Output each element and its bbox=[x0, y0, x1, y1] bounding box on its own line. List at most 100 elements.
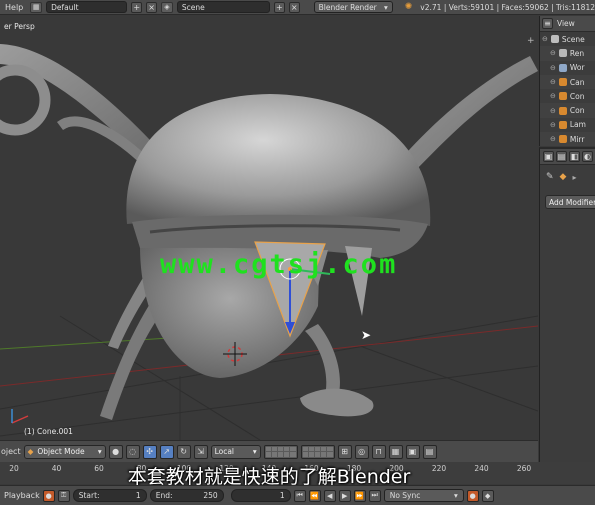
object-menu[interactable]: oject bbox=[0, 447, 21, 456]
remove-scene-button[interactable]: × bbox=[288, 1, 300, 13]
current-frame-value: 1 bbox=[279, 491, 285, 500]
outliner-view-menu[interactable]: View bbox=[557, 19, 575, 28]
left-upper-arm bbox=[0, 44, 165, 166]
playback-menu[interactable]: Playback bbox=[4, 491, 40, 500]
outliner-item-label: Can bbox=[569, 77, 585, 87]
expand-toggle-icon[interactable]: ⊖ bbox=[550, 64, 556, 72]
render-engine-select[interactable]: Blender Render ▾ bbox=[313, 1, 393, 13]
proportional-edit-icon[interactable]: ◎ bbox=[354, 444, 369, 459]
add-layout-button[interactable]: + bbox=[131, 1, 143, 13]
snap-target-icon[interactable]: ▦ bbox=[388, 444, 403, 459]
axis-widget bbox=[11, 409, 29, 424]
outliner-item-icon bbox=[558, 106, 567, 115]
mouse-cursor-icon: ➤ bbox=[361, 328, 372, 342]
lock-layers-icon[interactable]: ⊞ bbox=[337, 444, 352, 459]
snap-icon[interactable]: ⊓ bbox=[371, 444, 386, 459]
outliner-item[interactable]: ⊖ Can bbox=[540, 74, 595, 90]
outliner-item-icon bbox=[558, 120, 567, 129]
prev-keyframe-icon[interactable]: ⏪ bbox=[308, 489, 321, 502]
add-region-icon[interactable]: + bbox=[527, 36, 535, 46]
render-animation-icon[interactable]: ▤ bbox=[422, 444, 437, 459]
context-path: ✎ ◆ ▸ bbox=[540, 165, 595, 189]
next-keyframe-icon[interactable]: ⏩ bbox=[353, 489, 366, 502]
keying-lock-icon[interactable]: ⚿ bbox=[57, 489, 70, 502]
record-icon[interactable]: ● bbox=[42, 489, 55, 502]
rotate-icon[interactable]: ↻ bbox=[176, 444, 191, 459]
outliner-item-label: Mirr bbox=[569, 134, 585, 144]
expand-toggle-icon[interactable]: ⊖ bbox=[550, 92, 556, 100]
expand-toggle-icon[interactable]: ⊖ bbox=[550, 78, 556, 86]
layout-name: Default bbox=[51, 2, 79, 12]
render-tab-icon[interactable]: ▤ bbox=[556, 151, 567, 162]
expand-toggle-icon[interactable]: ⊖ bbox=[550, 135, 556, 143]
viewport-shading-icon[interactable]: ● bbox=[108, 444, 123, 459]
active-object-label: (1) Cone.001 bbox=[24, 427, 73, 436]
outliner-item[interactable]: ⊖ Lam bbox=[540, 118, 595, 132]
outliner-item-icon bbox=[558, 78, 567, 87]
scene-field[interactable]: Scene bbox=[176, 1, 270, 13]
render-opengl-icon[interactable]: ▣ bbox=[405, 444, 420, 459]
properties-lower-area bbox=[539, 440, 595, 462]
outliner-item[interactable]: ⊖ Ren bbox=[540, 46, 595, 61]
outliner-item[interactable]: ⊖ Con bbox=[540, 89, 595, 103]
jump-end-icon[interactable]: ⏭ bbox=[368, 489, 381, 502]
properties-editor-icon[interactable]: ▣ bbox=[543, 151, 554, 162]
pivot-point-icon[interactable]: ◌ bbox=[125, 444, 140, 459]
play-reverse-icon[interactable]: ◀ bbox=[323, 489, 336, 502]
sync-select[interactable]: No Sync ▾ bbox=[383, 489, 464, 502]
manipulator-toggle-icon[interactable]: ✣ bbox=[142, 444, 157, 459]
orientation-label: Local bbox=[214, 447, 235, 456]
sync-label: No Sync bbox=[389, 491, 421, 500]
scale-icon[interactable]: ⇲ bbox=[193, 444, 208, 459]
layout-field[interactable]: Default bbox=[46, 1, 128, 13]
keyframe-type-icon[interactable]: ◆ bbox=[481, 489, 494, 502]
outliner-item-icon bbox=[558, 49, 567, 58]
expand-toggle-icon[interactable]: ⊖ bbox=[550, 107, 556, 115]
outliner-item[interactable]: ⊖ Wor bbox=[540, 61, 595, 75]
auto-key-icon[interactable]: ● bbox=[466, 489, 479, 502]
outliner-item-label: Lam bbox=[569, 120, 586, 130]
expand-toggle-icon[interactable]: ⊖ bbox=[550, 121, 556, 129]
outliner-editor-icon[interactable]: ≡ bbox=[542, 18, 553, 29]
object-icon: ◆ bbox=[559, 172, 567, 182]
add-scene-button[interactable]: + bbox=[273, 1, 285, 13]
play-icon[interactable]: ▶ bbox=[338, 489, 351, 502]
layers-tab-icon[interactable]: ◧ bbox=[569, 151, 580, 162]
end-frame-field[interactable]: End: 250 bbox=[149, 489, 224, 502]
outliner-item[interactable]: ⊖ Mirr bbox=[540, 132, 595, 146]
jump-start-icon[interactable]: ⏮ bbox=[293, 489, 306, 502]
translate-icon[interactable]: ↗ bbox=[159, 444, 174, 459]
outliner-panel: ≡ View ⊖ Scene ⊖ Ren ⊖ Wor ⊖ Can ⊖ Con ⊖ Con ⊖ Lam ⊖ Mi… bbox=[539, 16, 595, 146]
3d-viewport[interactable]: er Persp (1) Cone.001 www.cgtsj.com ➤ + bbox=[0, 16, 538, 440]
outliner-item[interactable]: ⊖ Scene bbox=[540, 32, 595, 46]
remove-layout-button[interactable]: × bbox=[146, 1, 158, 13]
breadcrumb-arrow-icon: ▸ bbox=[572, 172, 577, 182]
help-menu[interactable]: Help bbox=[2, 3, 26, 12]
expand-toggle-icon[interactable]: ⊖ bbox=[550, 49, 556, 57]
add-modifier-label: Add Modifier bbox=[549, 197, 595, 207]
outliner-item-label: Con bbox=[569, 91, 585, 101]
watermark-text: www.cgtsj.com bbox=[160, 249, 398, 280]
creature-dome bbox=[126, 94, 431, 226]
object-mode-icon: ◆ bbox=[27, 447, 34, 456]
layer-grid-b[interactable] bbox=[300, 444, 335, 459]
dropdown-arrow-icon: ▾ bbox=[453, 491, 458, 500]
add-modifier-button[interactable]: Add Modifier bbox=[545, 195, 595, 209]
expand-toggle-icon[interactable]: ⊖ bbox=[542, 35, 548, 43]
dropdown-arrow-icon: ▾ bbox=[97, 447, 102, 456]
pin-icon[interactable]: ✎ bbox=[546, 172, 554, 182]
transform-orientation-select[interactable]: Local ▾ bbox=[210, 444, 261, 459]
start-frame-field[interactable]: Start: 1 bbox=[72, 489, 147, 502]
outliner-header: ≡ View bbox=[540, 16, 595, 32]
viewport-scene bbox=[0, 44, 538, 440]
screen-layout-icon[interactable]: ▦ bbox=[30, 1, 43, 13]
properties-panel: ▣ ▤ ◧ ◐ ✎ ◆ ▸ Add Modifier bbox=[539, 147, 595, 440]
layer-grid-a[interactable] bbox=[263, 444, 298, 459]
current-frame-field[interactable]: 1 bbox=[230, 489, 291, 502]
scene-tab-icon[interactable]: ◐ bbox=[582, 151, 593, 162]
mode-label: Object Mode bbox=[37, 447, 85, 456]
render-engine-label: Blender Render bbox=[318, 2, 377, 12]
mode-select[interactable]: ◆ Object Mode ▾ bbox=[23, 444, 106, 459]
scene-icon[interactable]: ◈ bbox=[161, 1, 173, 13]
outliner-item[interactable]: ⊖ Con bbox=[540, 103, 595, 118]
